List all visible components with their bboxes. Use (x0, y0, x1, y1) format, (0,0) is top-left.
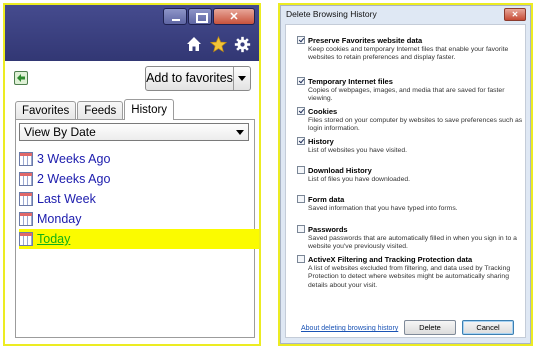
gear-icon[interactable] (233, 35, 251, 53)
option-temporary-internet-files: Temporary Internet files Copies of webpa… (297, 76, 523, 104)
option-title[interactable]: Form data (308, 195, 344, 204)
delete-history-panel: Delete Browsing History ✕ Preserve Favor… (278, 3, 533, 346)
history-item-label: 2 Weeks Ago (37, 172, 111, 186)
pin-favorites-center-button[interactable] (14, 71, 28, 85)
browser-titlebar (5, 5, 259, 61)
option-title[interactable]: Cookies (308, 107, 337, 116)
option-title[interactable]: History (308, 137, 334, 146)
option-description: Copies of webpages, images, and media th… (308, 87, 505, 103)
tab-feeds[interactable]: Feeds (77, 101, 124, 120)
tab-history[interactable]: History (124, 99, 175, 120)
view-by-select-value: View By Date (24, 125, 96, 139)
chevron-down-icon (236, 129, 244, 135)
chevron-down-icon (238, 76, 246, 81)
calendar-icon (19, 192, 33, 206)
option-description: Keep cookies and temporary Internet file… (308, 46, 509, 62)
option-passwords: Passwords Saved passwords that are autom… (297, 224, 523, 252)
add-to-favorites-dropdown[interactable] (233, 67, 250, 90)
download-history-checkbox[interactable] (297, 166, 305, 174)
history-list: 3 Weeks Ago 2 Weeks Ago Last Week Monday… (19, 149, 259, 249)
option-description: Saved passwords that are automatically f… (308, 235, 517, 251)
about-deleting-history-link[interactable]: About deleting browsing history (301, 325, 398, 332)
activex-tracking-protection-checkbox[interactable] (297, 255, 305, 263)
option-title[interactable]: Download History (308, 166, 372, 175)
delete-browsing-history-dialog: Delete Browsing History ✕ Preserve Favor… (280, 5, 531, 344)
dialog-title: Delete Browsing History (286, 9, 377, 19)
maximize-button[interactable] (188, 8, 212, 25)
cookies-checkbox[interactable] (297, 107, 305, 115)
option-description: Files stored on your computer by website… (308, 117, 523, 133)
history-item-label: Today (37, 232, 71, 246)
dialog-close-button[interactable]: ✕ (504, 8, 526, 21)
window-controls (162, 8, 255, 26)
minimize-button[interactable] (163, 8, 187, 25)
option-description: List of files you have downloaded. (308, 176, 411, 183)
calendar-icon (19, 172, 33, 186)
option-activex-tracking-protection: ActiveX Filtering and Tracking Protectio… (297, 254, 523, 290)
history-item-label: 3 Weeks Ago (37, 152, 111, 166)
option-description: List of websites you have visited. (308, 147, 407, 154)
history-item-last-week[interactable]: Last Week (19, 189, 259, 209)
preserve-favorites-checkbox[interactable] (297, 36, 305, 44)
history-item-label: Monday (37, 212, 82, 226)
option-title[interactable]: Preserve Favorites website data (308, 36, 422, 45)
form-data-checkbox[interactable] (297, 195, 305, 203)
close-window-button[interactable] (213, 8, 255, 25)
option-cookies: Cookies Files stored on your computer by… (297, 106, 523, 134)
favorites-center-panel: Add to favorites Favorites Feeds History… (3, 3, 261, 346)
passwords-checkbox[interactable] (297, 225, 305, 233)
calendar-icon (19, 232, 33, 246)
history-item-label: Last Week (37, 192, 96, 206)
option-history: History List of websites you have visite… (297, 136, 523, 155)
history-item-3-weeks-ago[interactable]: 3 Weeks Ago (19, 149, 259, 169)
browser-toolbar-icons (185, 35, 251, 53)
history-item-today[interactable]: Today (19, 229, 259, 249)
cancel-button[interactable]: Cancel (462, 320, 514, 335)
add-to-favorites-label: Add to favorites (146, 71, 233, 85)
tab-favorites[interactable]: Favorites (15, 101, 77, 120)
option-title[interactable]: Passwords (308, 225, 348, 234)
dialog-client-area: Preserve Favorites website data Keep coo… (285, 24, 526, 338)
history-checkbox[interactable] (297, 137, 305, 145)
option-title[interactable]: Temporary Internet files (308, 77, 393, 86)
history-item-2-weeks-ago[interactable]: 2 Weeks Ago (19, 169, 259, 189)
view-by-select[interactable]: View By Date (19, 123, 249, 141)
favorites-body: Add to favorites Favorites Feeds History… (5, 61, 259, 344)
star-icon[interactable] (209, 35, 227, 53)
calendar-icon (19, 212, 33, 226)
delete-button[interactable]: Delete (404, 320, 456, 335)
option-title[interactable]: ActiveX Filtering and Tracking Protectio… (308, 255, 472, 264)
option-download-history: Download History List of files you have … (297, 165, 523, 184)
calendar-icon (19, 152, 33, 166)
arrow-left-icon (17, 74, 25, 82)
home-icon[interactable] (185, 35, 203, 53)
history-item-monday[interactable]: Monday (19, 209, 259, 229)
temporary-internet-files-checkbox[interactable] (297, 77, 305, 85)
favorites-tabs: Favorites Feeds History (15, 99, 175, 120)
add-to-favorites-button[interactable]: Add to favorites (145, 66, 251, 91)
option-preserve-favorites: Preserve Favorites website data Keep coo… (297, 35, 523, 63)
option-description: A list of websites excluded from filteri… (308, 265, 511, 289)
option-form-data: Form data Saved information that you hav… (297, 194, 523, 213)
option-description: Saved information that you have typed in… (308, 205, 458, 212)
